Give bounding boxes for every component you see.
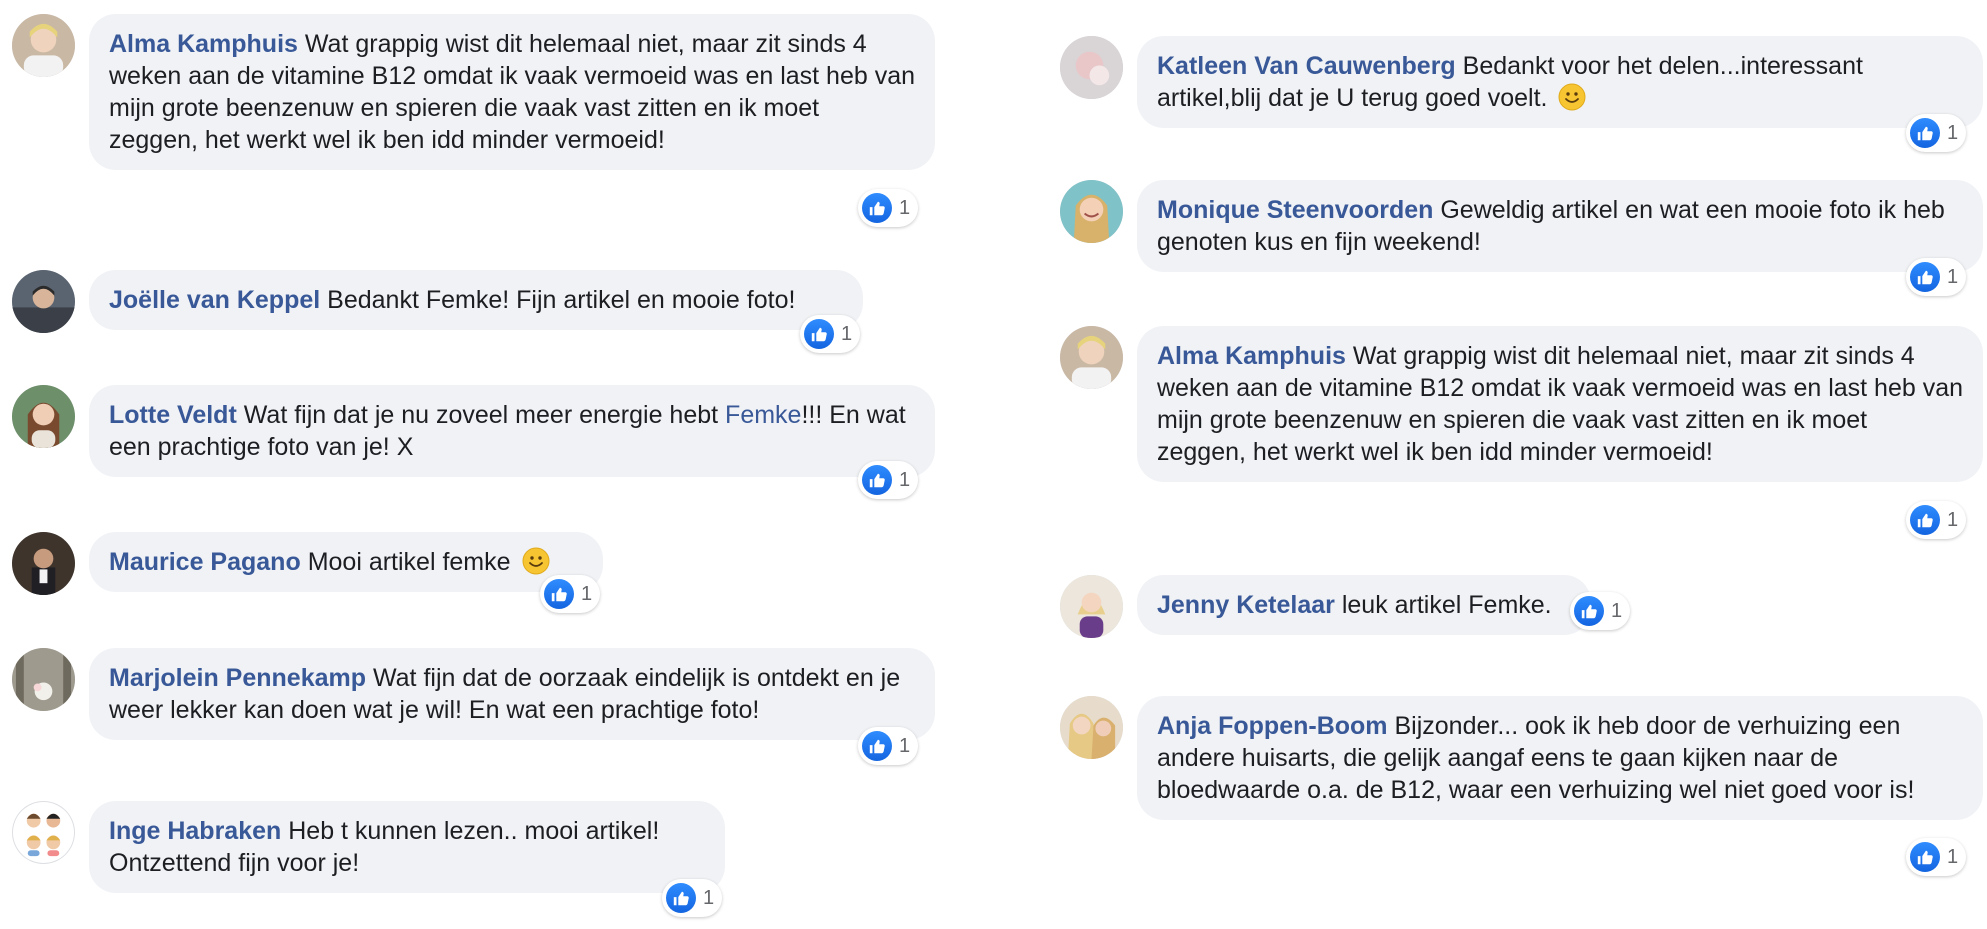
author-name-link[interactable]: Alma Kamphuis: [1157, 342, 1346, 370]
author-name-link[interactable]: Monique Steenvoorden: [1157, 196, 1433, 224]
reaction-badge[interactable]: 1: [858, 461, 919, 499]
comment-bubble: Monique Steenvoorden Geweldig artikel en…: [1137, 180, 1983, 272]
thumbs-up-icon: [1574, 596, 1604, 626]
comment-text: leuk artikel Femke.: [1341, 591, 1552, 619]
like-count: 1: [841, 322, 853, 345]
like-count: 1: [581, 582, 593, 605]
mention-link[interactable]: Femke: [725, 401, 801, 429]
author-name-link[interactable]: Lotte Veldt: [109, 401, 237, 429]
reaction-badge[interactable]: 1: [1906, 114, 1967, 152]
comment-text: Wat fijn dat je nu zoveel meer energie h…: [243, 401, 719, 429]
thumbs-up-icon: [862, 193, 892, 223]
comment-bubble: Anja Foppen-Boom Bijzonder... ook ik heb…: [1137, 696, 1983, 820]
thumbs-up-icon: [804, 319, 834, 349]
reaction-badge[interactable]: 1: [858, 189, 919, 227]
thumbs-up-icon: [666, 883, 696, 913]
avatar[interactable]: [12, 648, 75, 711]
author-name-link[interactable]: Maurice Pagano: [109, 548, 301, 576]
like-count: 1: [899, 196, 911, 219]
like-count: 1: [1611, 599, 1623, 622]
comment-text: Mooi artikel femke: [307, 548, 511, 576]
avatar[interactable]: [1060, 180, 1123, 243]
comment-bubble: Alma Kamphuis Wat grappig wist dit helem…: [1137, 326, 1983, 482]
like-count: 1: [1947, 265, 1959, 288]
author-name-link[interactable]: Inge Habraken: [109, 817, 281, 845]
thumbs-up-icon: [1910, 262, 1940, 292]
avatar[interactable]: [12, 532, 75, 595]
avatar[interactable]: [12, 801, 75, 864]
author-name-link[interactable]: Alma Kamphuis: [109, 30, 298, 58]
avatar[interactable]: [12, 270, 75, 333]
author-name-link[interactable]: Joëlle van Keppel: [109, 286, 320, 314]
comment-bubble: Joëlle van Keppel Bedankt Femke! Fijn ar…: [89, 270, 863, 330]
author-name-link[interactable]: Marjolein Pennekamp: [109, 664, 366, 692]
avatar[interactable]: [12, 14, 75, 77]
comment-bubble: Alma Kamphuis Wat grappig wist dit helem…: [89, 14, 935, 170]
avatar[interactable]: [12, 385, 75, 448]
reaction-badge[interactable]: 1: [800, 315, 861, 353]
comment-bubble: Marjolein Pennekamp Wat fijn dat de oorz…: [89, 648, 935, 740]
thumbs-up-icon: [1910, 118, 1940, 148]
reaction-badge[interactable]: 1: [1570, 592, 1631, 630]
avatar[interactable]: [1060, 696, 1123, 759]
reaction-badge[interactable]: 1: [858, 727, 919, 765]
thumbs-up-icon: [862, 731, 892, 761]
like-count: 1: [899, 468, 911, 491]
author-name-link[interactable]: Katleen Van Cauwenberg: [1157, 52, 1456, 80]
author-name-link[interactable]: Jenny Ketelaar: [1157, 591, 1335, 619]
smiley-emoji-icon: [522, 547, 549, 575]
like-count: 1: [899, 734, 911, 757]
avatar[interactable]: [1060, 326, 1123, 389]
comment-bubble: Katleen Van Cauwenberg Bedankt voor het …: [1137, 36, 1983, 128]
thumbs-up-icon: [1910, 842, 1940, 872]
reaction-badge[interactable]: 1: [540, 575, 601, 613]
thumbs-up-icon: [862, 465, 892, 495]
comment-text: Bedankt Femke! Fijn artikel en mooie fot…: [327, 286, 796, 314]
reaction-badge[interactable]: 1: [662, 879, 723, 917]
like-count: 1: [703, 886, 715, 909]
like-count: 1: [1947, 845, 1959, 868]
like-count: 1: [1947, 508, 1959, 531]
comment-bubble: Maurice Pagano Mooi artikel femke: [89, 532, 603, 592]
reaction-badge[interactable]: 1: [1906, 258, 1967, 296]
comment-bubble: Jenny Ketelaar leuk artikel Femke.: [1137, 575, 1591, 635]
thumbs-up-icon: [1910, 505, 1940, 535]
smiley-emoji-icon: [1558, 83, 1586, 111]
comment-bubble: Lotte Veldt Wat fijn dat je nu zoveel me…: [89, 385, 935, 477]
reaction-badge[interactable]: 1: [1906, 501, 1967, 539]
thumbs-up-icon: [544, 579, 574, 609]
author-name-link[interactable]: Anja Foppen-Boom: [1157, 712, 1388, 740]
comment-bubble: Inge Habraken Heb t kunnen lezen.. mooi …: [89, 801, 725, 893]
avatar[interactable]: [1060, 575, 1123, 638]
reaction-badge[interactable]: 1: [1906, 838, 1967, 876]
like-count: 1: [1947, 121, 1959, 144]
avatar[interactable]: [1060, 36, 1123, 99]
